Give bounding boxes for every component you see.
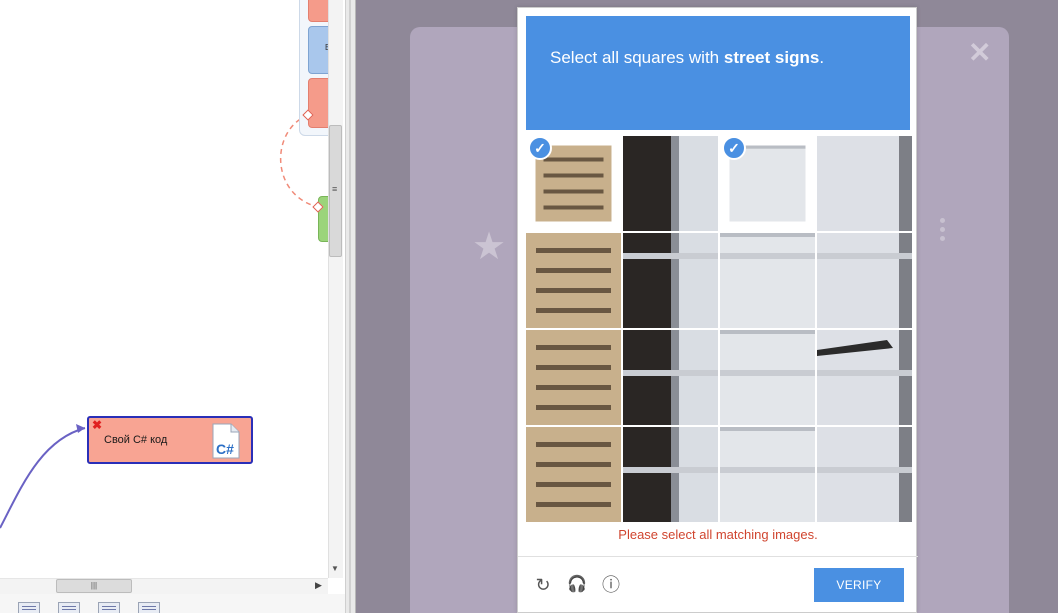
tile-image	[526, 330, 621, 425]
captcha-tile[interactable]	[623, 233, 718, 328]
captcha-tile[interactable]	[623, 330, 718, 425]
node-label: Свой C# код	[104, 434, 168, 446]
tile-image	[720, 427, 815, 522]
tile-image	[623, 136, 718, 231]
scroll-grip-icon: ≡	[332, 184, 338, 194]
captcha-tile[interactable]	[623, 427, 718, 522]
close-icon[interactable]: ✕	[968, 36, 991, 69]
connector-line	[0, 427, 86, 529]
tile-image	[623, 427, 718, 522]
captcha-image-grid: ✓ ✓	[526, 136, 912, 522]
scroll-down-arrow[interactable]: ▼	[331, 564, 339, 573]
captcha-tile[interactable]	[720, 330, 815, 425]
captcha-header: Select all squares with street signs.	[526, 16, 910, 130]
tile-selected-check-icon: ✓	[528, 136, 552, 160]
table-icon[interactable]	[18, 602, 40, 613]
recaptcha-challenge: Select all squares with street signs. ✓ ✓…	[517, 7, 918, 613]
tile-image	[817, 233, 912, 328]
delete-node-icon[interactable]: ✖	[92, 419, 104, 431]
captcha-tile[interactable]	[817, 330, 912, 425]
star-icon: ★	[472, 226, 507, 268]
tile-selected-check-icon: ✓	[722, 136, 746, 160]
reload-icon[interactable]: ↻	[532, 574, 554, 596]
verify-button[interactable]: VERIFY	[814, 568, 904, 602]
captcha-tile[interactable]: ✓	[526, 136, 621, 231]
footer-divider	[518, 556, 918, 557]
tile-image	[720, 233, 815, 328]
panel-splitter[interactable]	[345, 0, 356, 613]
captcha-tile[interactable]	[720, 233, 815, 328]
csharp-file-icon: C#	[212, 423, 240, 459]
horizontal-scroll-thumb[interactable]: |||	[56, 579, 132, 593]
captcha-error-message: Please select all matching images.	[618, 527, 818, 542]
captcha-tile[interactable]: ✓	[720, 136, 815, 231]
tile-image	[526, 427, 621, 522]
csharp-icon-text: C#	[216, 441, 234, 457]
captcha-tile[interactable]	[623, 136, 718, 231]
vertical-scrollbar[interactable]	[328, 0, 343, 578]
list-icon[interactable]	[138, 602, 160, 613]
tile-image	[623, 233, 718, 328]
audio-icon[interactable]: 🎧	[566, 574, 588, 596]
captcha-instruction: Select all squares with street signs.	[550, 48, 824, 68]
bottom-toolbar	[0, 594, 345, 613]
horizontal-scrollbar[interactable]	[0, 578, 328, 594]
captcha-tile[interactable]	[720, 427, 815, 522]
connector-arrow	[76, 424, 85, 433]
more-icon	[940, 218, 946, 244]
connector-layer	[0, 114, 319, 529]
tile-image	[817, 330, 912, 425]
csharp-node[interactable]: ✖ Свой C# код C#	[87, 416, 253, 464]
tile-image	[720, 330, 815, 425]
instruction-text: Select all squares with	[550, 48, 720, 67]
instruction-suffix: .	[819, 48, 825, 67]
tile-image	[817, 427, 912, 522]
captcha-tile[interactable]	[526, 330, 621, 425]
tile-image	[526, 233, 621, 328]
vertical-scroll-thumb[interactable]: ≡	[329, 125, 342, 257]
captcha-tile[interactable]	[817, 427, 912, 522]
table-icon[interactable]	[98, 602, 120, 613]
captcha-tile[interactable]	[817, 136, 912, 231]
instruction-target: street signs	[723, 48, 820, 67]
designer-canvas[interactable]	[0, 0, 327, 578]
tile-image	[623, 330, 718, 425]
tile-image	[817, 136, 912, 231]
captcha-tile[interactable]	[526, 233, 621, 328]
list-icon[interactable]	[58, 602, 80, 613]
captcha-tile[interactable]	[526, 427, 621, 522]
flow-designer: E ✖ Свой C# код C# ≡ ▼ ||| ▶	[0, 0, 345, 613]
captcha-tile[interactable]	[817, 233, 912, 328]
info-icon[interactable]: ⓘ	[600, 574, 622, 596]
scroll-right-arrow[interactable]: ▶	[315, 580, 322, 591]
